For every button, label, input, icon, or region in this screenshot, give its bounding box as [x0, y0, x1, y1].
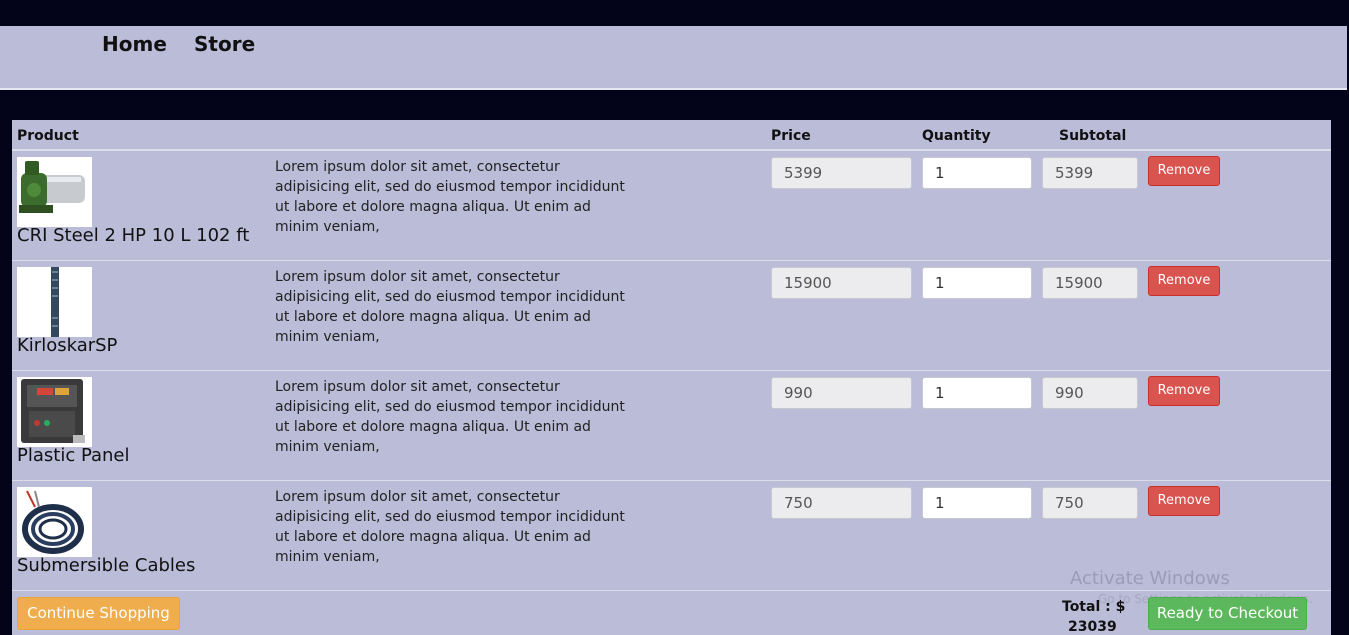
activate-windows-watermark: Activate Windows — [1070, 568, 1230, 589]
subtotal-field: 5399 — [1042, 157, 1138, 189]
quantity-input[interactable]: 1 — [922, 157, 1032, 189]
table-row: CRI Steel 2 HP 10 L 102 ft Lorem ipsum d… — [12, 151, 1331, 261]
nav-home-link[interactable]: Home — [102, 32, 167, 56]
row-divider — [12, 590, 1331, 591]
subtotal-field: 15900 — [1042, 267, 1138, 299]
quantity-input[interactable]: 1 — [922, 377, 1032, 409]
pump-icon — [17, 157, 92, 227]
remove-button[interactable]: Remove — [1148, 486, 1220, 516]
checkout-button[interactable]: Ready to Checkout — [1148, 597, 1307, 630]
control-panel-icon — [17, 377, 92, 447]
nav-store-link[interactable]: Store — [194, 32, 255, 56]
product-name[interactable]: CRI Steel 2 HP 10 L 102 ft — [17, 225, 249, 246]
header-subtotal: Subtotal — [1059, 128, 1127, 144]
product-name[interactable]: KirloskarSP — [17, 335, 117, 356]
product-name[interactable]: Submersible Cables — [17, 555, 195, 576]
price-field: 5399 — [771, 157, 912, 189]
table-row: Plastic Panel Lorem ipsum dolor sit amet… — [12, 371, 1331, 481]
total-label: Total : $ — [1062, 599, 1126, 615]
cart-table: Product Price Quantity Subtotal CRI Stee… — [12, 120, 1331, 635]
product-description: Lorem ipsum dolor sit amet, consectetur … — [275, 269, 625, 345]
subtotal-field: 750 — [1042, 487, 1138, 519]
price-field: 15900 — [771, 267, 912, 299]
remove-button[interactable]: Remove — [1148, 156, 1220, 186]
header-quantity: Quantity — [922, 128, 991, 144]
cable-coil-icon — [17, 487, 92, 557]
quantity-input[interactable]: 1 — [922, 267, 1032, 299]
submersible-pump-icon — [17, 267, 92, 337]
product-description: Lorem ipsum dolor sit amet, consectetur … — [275, 489, 625, 565]
product-description: Lorem ipsum dolor sit amet, consectetur … — [275, 379, 625, 455]
continue-shopping-button[interactable]: Continue Shopping — [17, 597, 180, 630]
price-field: 750 — [771, 487, 912, 519]
product-description: Lorem ipsum dolor sit amet, consectetur … — [275, 159, 625, 235]
price-field: 990 — [771, 377, 912, 409]
total-value: 23039 — [1068, 619, 1117, 635]
quantity-input[interactable]: 1 — [922, 487, 1032, 519]
subtotal-field: 990 — [1042, 377, 1138, 409]
table-row: KirloskarSP Lorem ipsum dolor sit amet, … — [12, 261, 1331, 371]
product-name[interactable]: Plastic Panel — [17, 445, 130, 466]
remove-button[interactable]: Remove — [1148, 376, 1220, 406]
header-price: Price — [771, 128, 811, 144]
header-product: Product — [17, 128, 79, 144]
remove-button[interactable]: Remove — [1148, 266, 1220, 296]
